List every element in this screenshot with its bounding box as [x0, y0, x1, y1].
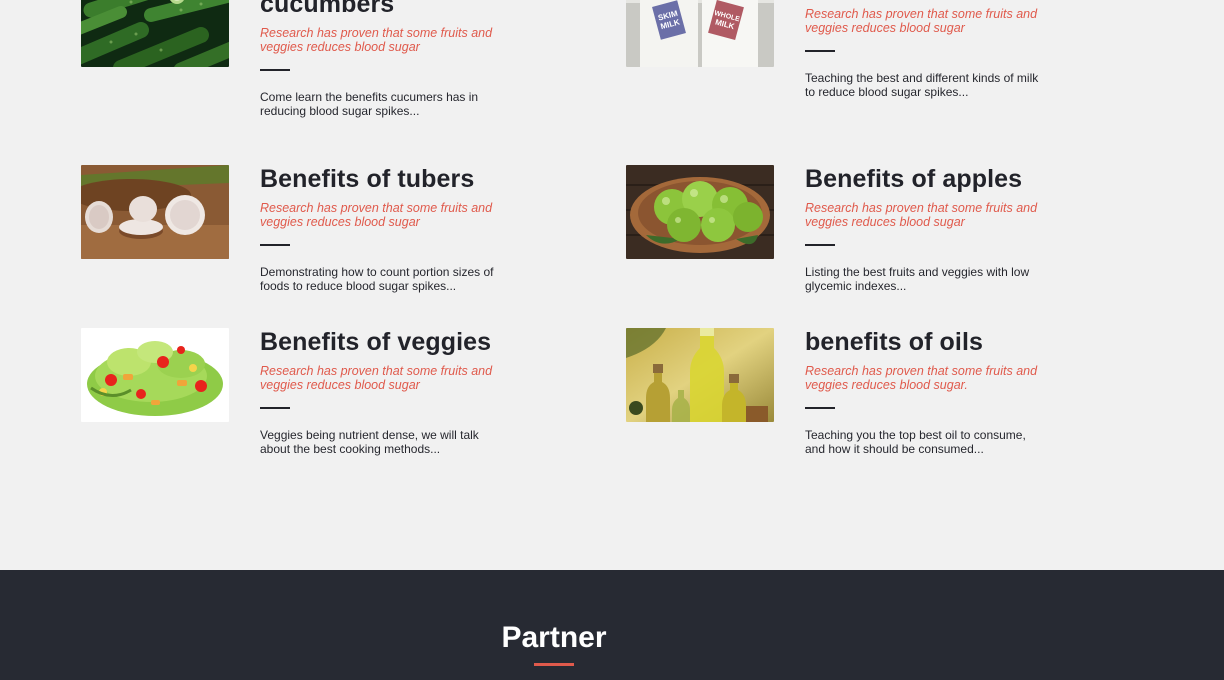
tubers-image[interactable] — [81, 165, 229, 259]
divider — [805, 407, 835, 409]
article-card-apples[interactable]: Benefits of apples Research has proven t… — [626, 165, 1086, 345]
partner-heading: Partner — [501, 621, 607, 654]
article-card-tubers[interactable]: Benefits of tubers Research has proven t… — [81, 165, 541, 345]
cucumbers-image[interactable] — [81, 0, 229, 67]
heading-underline — [534, 663, 574, 666]
article-title[interactable]: benefits of oils — [805, 328, 1045, 357]
article-description: Come learn the benefits cucumers has in … — [260, 90, 479, 118]
article-description: Demonstrating how to count portion sizes… — [260, 265, 494, 293]
article-card-veggies[interactable]: Benefits of veggies Research has proven … — [81, 328, 541, 508]
article-card-cucumbers[interactable]: cucumbers Research has proven that some … — [81, 0, 541, 170]
article-subtitle: Research has proven that some fruits and… — [805, 364, 1038, 392]
article-subtitle: Research has proven that some fruits and… — [260, 364, 493, 392]
article-description: Teaching the best and different kinds of… — [805, 71, 1039, 99]
article-title[interactable]: cucumbers — [260, 0, 500, 19]
divider — [260, 244, 290, 246]
article-title[interactable]: Benefits of apples — [805, 165, 1045, 194]
apples-image[interactable] — [626, 165, 774, 259]
article-title[interactable]: Benefits of tubers — [260, 165, 500, 194]
article-subtitle: Research has proven that some fruits and… — [260, 26, 493, 54]
article-subtitle: Research has proven that some fruits and… — [260, 201, 493, 229]
article-description: Listing the best fruits and veggies with… — [805, 265, 1030, 293]
milk-image[interactable]: SKIM MILK WHOLE MILK — [626, 0, 774, 67]
article-description: Teaching you the top best oil to consume… — [805, 428, 1026, 456]
article-subtitle: Research has proven that some fruits and… — [805, 7, 1038, 35]
article-description: Veggies being nutrient dense, we will ta… — [260, 428, 479, 456]
salad-image[interactable] — [81, 328, 229, 422]
article-subtitle: Research has proven that some fruits and… — [805, 201, 1038, 229]
article-title[interactable]: Benefits of veggies — [260, 328, 500, 357]
oils-image[interactable] — [626, 328, 774, 422]
article-card-oils[interactable]: benefits of oils Research has proven tha… — [626, 328, 1086, 508]
divider — [805, 50, 835, 52]
divider — [260, 69, 290, 71]
partner-section: Partner — [0, 570, 1224, 680]
article-card-milk[interactable]: SKIM MILK WHOLE MILK Research has proven… — [626, 0, 1086, 153]
divider — [805, 244, 835, 246]
divider — [260, 407, 290, 409]
